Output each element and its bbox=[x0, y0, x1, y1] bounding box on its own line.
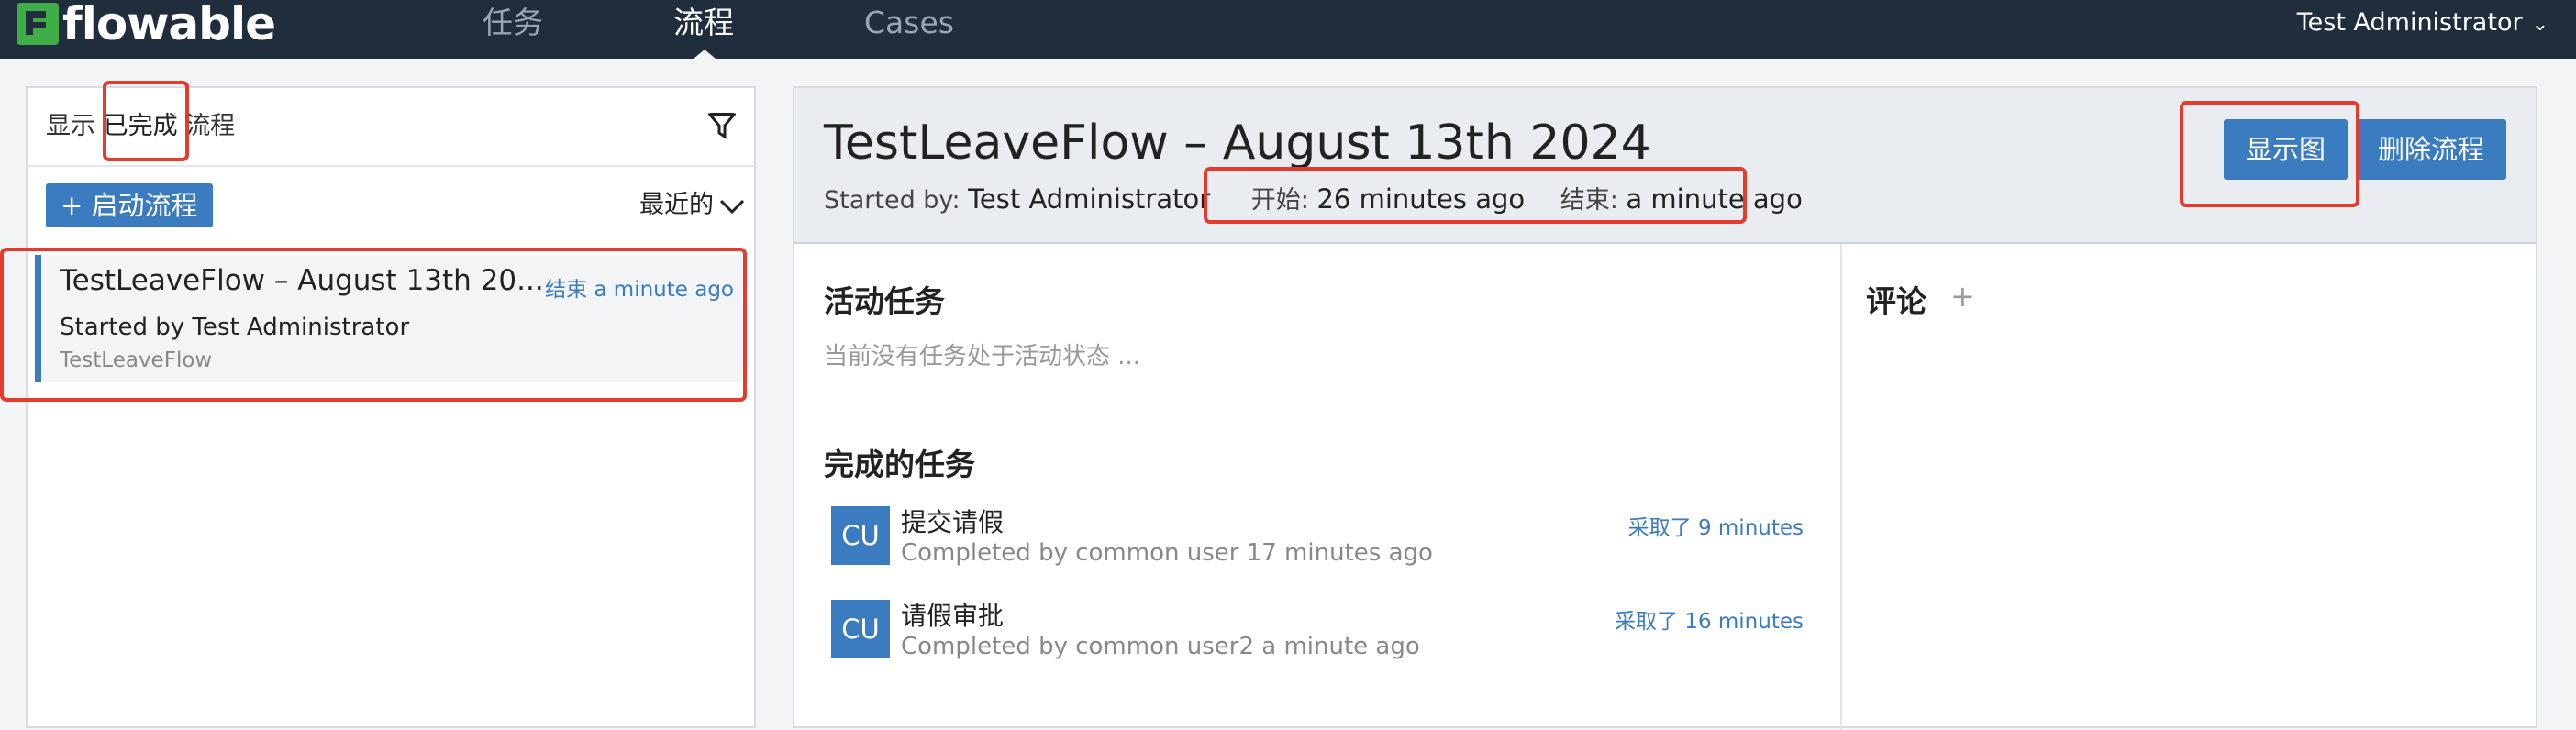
completed-task-row[interactable]: CU 请假审批 Completed by common user2 a minu… bbox=[831, 600, 1804, 664]
top-navbar: flowable 任务 流程 Cases Test Administrator ⌄ bbox=[0, 0, 2576, 59]
active-tasks-empty: 当前没有任务处于活动状态 ... bbox=[824, 343, 1141, 371]
task-name[interactable]: 提交请假 bbox=[901, 503, 1004, 539]
flowable-logo[interactable]: flowable bbox=[17, 0, 276, 50]
task-duration: 采取了 16 minutes bbox=[1615, 610, 1804, 634]
task-name[interactable]: 请假审批 bbox=[901, 596, 1004, 633]
completed-task-row[interactable]: CU 提交请假 Completed by common user 17 minu… bbox=[831, 506, 1804, 570]
sort-label: 最近的 bbox=[639, 191, 714, 219]
start-process-button[interactable]: + 启动流程 bbox=[46, 183, 213, 227]
started-by-value: Test Administrator bbox=[968, 183, 1211, 215]
filter-suffix: 流程 bbox=[185, 112, 236, 140]
nav-item-processes[interactable]: 流程 bbox=[673, 0, 734, 46]
nav-item-cases[interactable]: Cases bbox=[864, 0, 954, 46]
column-divider bbox=[1840, 244, 1842, 730]
annotation-box bbox=[103, 81, 189, 161]
avatar: CU bbox=[831, 506, 890, 565]
active-nav-caret-icon bbox=[694, 50, 716, 59]
logo-mark-icon bbox=[17, 3, 59, 45]
logo-text: flowable bbox=[62, 0, 276, 50]
annotation-box bbox=[0, 248, 747, 402]
sort-dropdown[interactable]: 最近的 bbox=[639, 187, 745, 224]
started-by-label: Started by: bbox=[824, 186, 960, 215]
active-tasks-title: 活动任务 bbox=[824, 283, 945, 319]
annotation-box bbox=[1204, 167, 1747, 224]
chevron-down-icon: ⌄ bbox=[2531, 13, 2548, 36]
chevron-down-icon bbox=[719, 199, 745, 214]
task-duration: 采取了 9 minutes bbox=[1627, 516, 1804, 540]
funnel-icon[interactable] bbox=[708, 112, 736, 139]
user-menu[interactable]: Test Administrator ⌄ bbox=[2297, 0, 2548, 46]
annotation-box bbox=[2180, 101, 2359, 207]
task-completed-by: Completed by common user 17 minutes ago bbox=[901, 539, 1433, 567]
nav-item-tasks[interactable]: 任务 bbox=[483, 0, 543, 46]
filter-prefix: 显示 bbox=[46, 112, 95, 140]
add-comment-icon[interactable]: + bbox=[1950, 279, 1975, 314]
completed-tasks-title: 完成的任务 bbox=[824, 447, 975, 482]
avatar: CU bbox=[831, 600, 890, 658]
comments-title: 评论 bbox=[1866, 283, 1926, 319]
task-completed-by: Completed by common user2 a minute ago bbox=[901, 633, 1420, 660]
page-title: TestLeaveFlow – August 13th 2024 bbox=[824, 116, 1651, 171]
user-name: Test Administrator bbox=[2296, 8, 2523, 37]
process-list-panel: 显示 已完成 流程 + 启动流程 最近的 TestLeaveFlow – Aug… bbox=[26, 86, 756, 728]
delete-process-button[interactable]: 删除流程 bbox=[2356, 119, 2507, 180]
